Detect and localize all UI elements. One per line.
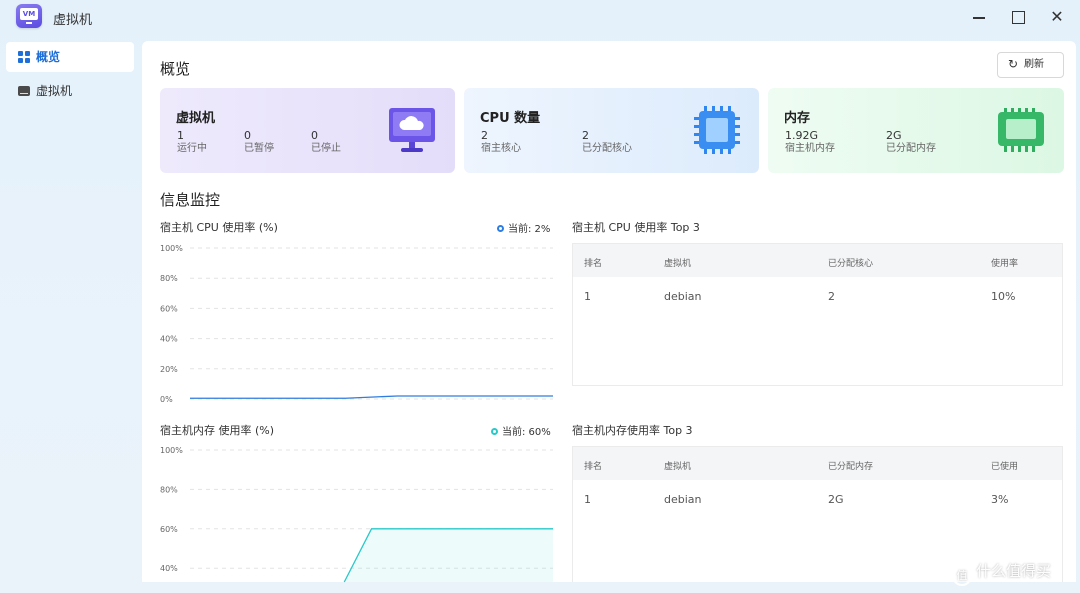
card-title: 内存 — [784, 111, 811, 126]
window-title: 虚拟机 — [53, 13, 93, 28]
y-tick-label: 60% — [160, 304, 178, 313]
memory-usage-chart: 100%80%60%40%20% — [160, 446, 553, 583]
stat-host-cores: 2 宿主核心 — [481, 129, 521, 154]
y-tick-label: 0% — [160, 395, 173, 404]
y-tick-label: 80% — [160, 485, 178, 494]
mem-top-table-title: 宿主机内存使用率 Top 3 — [572, 424, 693, 437]
cpu-summary-card: CPU 数量 2 宿主核心 2 已分配核心 — [464, 88, 759, 173]
grid-icon — [18, 51, 30, 63]
vm-summary-card: 虚拟机 1 运行中 0 已暂停 0 已停止 — [160, 88, 455, 173]
stat-allocated-memory: 2G 已分配内存 — [886, 129, 936, 154]
cpu-top-table-title: 宿主机 CPU 使用率 Top 3 — [572, 221, 700, 234]
vm-app-icon: VM — [16, 4, 42, 28]
monitor-section-title: 信息监控 — [160, 191, 221, 209]
y-tick-label: 60% — [160, 525, 178, 534]
y-tick-label: 100% — [160, 446, 183, 455]
table-header: 排名 虚拟机 已分配内存 已使用 — [573, 447, 1062, 480]
table-header: 排名 虚拟机 已分配核心 使用率 — [573, 244, 1062, 277]
stat-allocated-cores: 2 已分配核心 — [582, 129, 632, 154]
y-tick-label: 40% — [160, 335, 178, 344]
legend-dot-icon — [497, 225, 504, 232]
maximize-button[interactable] — [1006, 6, 1030, 28]
cpu-chart-title: 宿主机 CPU 使用率 (%) — [160, 221, 278, 234]
series-line — [190, 395, 553, 399]
mem-current-legend: 当前: 60% — [491, 423, 551, 438]
cpu-chip-icon — [694, 106, 740, 154]
minimize-button[interactable] — [967, 6, 991, 28]
page-title: 概览 — [160, 60, 191, 78]
card-title: 虚拟机 — [176, 111, 216, 126]
cpu-top-table: 排名 虚拟机 已分配核心 使用率 1 debian 2 10% — [572, 243, 1063, 386]
watermark-logo-icon: 值 — [952, 566, 972, 586]
sidebar-item-overview[interactable]: 概览 — [6, 42, 134, 72]
stat-host-memory: 1.92G 宿主机内存 — [785, 129, 835, 154]
main-panel: 概览 ↻ 刷新 虚拟机 1 运行中 0 已暂停 0 已停止 CPU 数量 2 宿… — [142, 41, 1076, 583]
sidebar: 概览 虚拟机 — [0, 36, 142, 593]
monitor-cloud-icon — [389, 108, 435, 152]
y-tick-label: 40% — [160, 564, 178, 573]
y-tick-label: 20% — [160, 365, 178, 374]
series-area — [344, 528, 553, 582]
legend-dot-icon — [491, 428, 498, 435]
vm-icon — [18, 86, 30, 96]
sidebar-item-vm[interactable]: 虚拟机 — [6, 76, 134, 106]
card-title: CPU 数量 — [480, 111, 541, 126]
y-tick-label: 80% — [160, 274, 178, 283]
refresh-button[interactable]: ↻ 刷新 — [997, 52, 1064, 78]
stat-stopped: 0 已停止 — [311, 129, 341, 154]
y-tick-label: 100% — [160, 244, 183, 253]
memory-module-icon — [998, 108, 1044, 152]
stat-paused: 0 已暂停 — [244, 129, 274, 154]
sidebar-item-label: 虚拟机 — [36, 84, 73, 98]
mem-chart-title: 宿主机内存 使用率 (%) — [160, 424, 275, 437]
stat-running: 1 运行中 — [177, 129, 207, 154]
sidebar-item-label: 概览 — [36, 50, 61, 64]
close-button[interactable]: ✕ — [1045, 6, 1069, 28]
cpu-current-legend: 当前: 2% — [497, 220, 550, 235]
title-bar: VM 虚拟机 ✕ — [0, 0, 1080, 36]
memory-summary-card: 内存 1.92G 宿主机内存 2G 已分配内存 — [768, 88, 1064, 173]
cpu-usage-chart: 100% 80% 60% 40% 20% 0% — [160, 244, 553, 404]
watermark: 值什么值得买 — [952, 560, 1051, 586]
refresh-icon: ↻ — [1008, 57, 1019, 71]
